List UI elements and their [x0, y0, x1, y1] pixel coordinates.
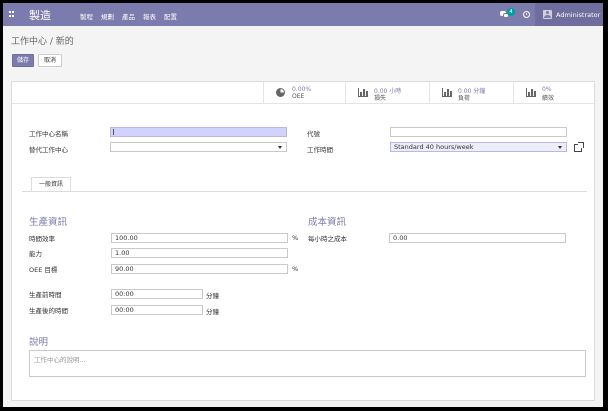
stat-oee-value: 0.00% — [292, 86, 312, 93]
clock-icon[interactable] — [523, 11, 530, 18]
alt-workcenter-label: 替代工作中心 — [29, 146, 68, 154]
user-menu[interactable]: Administrator — [535, 3, 603, 26]
text-cursor — [113, 129, 114, 135]
name-label: 工作中心名稱 — [29, 130, 68, 138]
form-sheet: 0.00% OEE 0.00 小時 損失 0.00 分鐘 負荷 0% 績效 工作… — [11, 81, 595, 401]
discard-button[interactable]: 取消 — [38, 54, 62, 67]
avatar-icon — [543, 10, 552, 19]
code-label: 代號 — [307, 130, 320, 138]
bar-chart-icon — [442, 88, 452, 97]
app-window: 製造 製程 規劃 產品 報表 配置 4 Administrator 工作中心 /… — [3, 3, 603, 407]
working-hours-select[interactable]: Standard 40 hours/week — [390, 142, 567, 152]
tab-general-info[interactable]: 一般資訊 — [31, 177, 71, 192]
description-textarea[interactable]: 工作中心的說明... — [29, 350, 586, 377]
breadcrumb: 工作中心 / 新的 — [11, 37, 74, 47]
efficiency-label: 時間效率 — [29, 235, 55, 243]
stat-performance-value: 0% — [542, 86, 552, 93]
tab-divider — [22, 191, 587, 192]
alt-workcenter-select[interactable] — [110, 142, 287, 152]
user-name: Administrator — [556, 11, 601, 19]
apps-menu-icon[interactable] — [9, 11, 15, 17]
bar-chart-icon — [526, 88, 536, 97]
setup-time-label: 生產前時間 — [29, 291, 62, 299]
efficiency-input[interactable]: 100.00 — [111, 233, 288, 243]
menu-item-configuration[interactable]: 配置 — [164, 11, 177, 21]
stat-oee-label: OEE — [292, 93, 305, 100]
menu-item-products[interactable]: 產品 — [122, 11, 135, 21]
cleanup-time-label: 生產後的時間 — [29, 307, 68, 315]
production-info-title: 生產資訊 — [29, 217, 68, 228]
stat-load-button[interactable]: 0.00 分鐘 負荷 — [429, 82, 513, 103]
pie-chart-icon — [276, 88, 285, 97]
external-link-icon[interactable] — [574, 142, 584, 152]
description-title: 說明 — [29, 337, 49, 348]
cost-info-title: 成本資訊 — [308, 217, 347, 228]
hour-cost-label: 每小時之成本 — [308, 235, 347, 243]
setup-time-unit: 分鐘 — [206, 292, 219, 300]
setup-time-input[interactable]: 00:00 — [111, 289, 203, 299]
capacity-label: 能力 — [29, 250, 42, 258]
efficiency-unit: % — [292, 234, 299, 242]
top-navbar: 製造 製程 規劃 產品 報表 配置 4 Administrator — [3, 3, 603, 26]
chevron-down-icon — [558, 146, 562, 149]
menu-item-planning[interactable]: 規劃 — [101, 11, 114, 21]
oee-target-input[interactable]: 90.00 — [111, 264, 288, 274]
cleanup-time-unit: 分鐘 — [206, 308, 219, 316]
hour-cost-input[interactable]: 0.00 — [389, 233, 566, 243]
stat-load-label: 負荷 — [458, 95, 471, 102]
code-input[interactable] — [390, 127, 567, 137]
capacity-input[interactable]: 1.00 — [111, 248, 288, 258]
oee-target-label: OEE 目標 — [29, 266, 58, 274]
menu-item-operations[interactable]: 製程 — [80, 11, 93, 21]
stat-lost-label: 損失 — [374, 95, 387, 102]
chevron-down-icon — [278, 146, 282, 149]
stat-lost-button[interactable]: 0.00 小時 損失 — [345, 82, 429, 103]
stat-oee-button[interactable]: 0.00% OEE — [263, 82, 345, 103]
app-brand[interactable]: 製造 — [29, 7, 51, 23]
working-hours-label: 工作時間 — [307, 146, 333, 154]
cleanup-time-input[interactable]: 00:00 — [111, 305, 203, 315]
name-input[interactable] — [110, 127, 287, 137]
save-button[interactable]: 儲存 — [12, 54, 34, 67]
chat-count-badge: 4 — [507, 8, 515, 16]
bar-chart-icon — [358, 88, 368, 97]
stat-performance-label: 績效 — [542, 95, 555, 102]
oee-target-unit: % — [292, 265, 299, 273]
menu-item-reporting[interactable]: 報表 — [143, 11, 156, 21]
stat-performance-button[interactable]: 0% 績效 — [513, 82, 594, 103]
stat-buttons: 0.00% OEE 0.00 小時 損失 0.00 分鐘 負荷 0% 績效 — [12, 82, 594, 104]
main-menu: 製程 規劃 產品 報表 配置 — [80, 11, 185, 21]
